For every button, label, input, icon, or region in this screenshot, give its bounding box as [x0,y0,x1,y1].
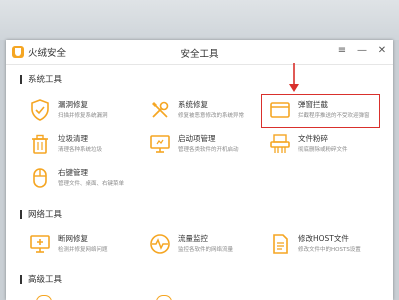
tool-network-repair[interactable]: 断网修复 检测并修复网络问题 [28,231,140,259]
close-button[interactable]: ✕ [377,45,387,57]
section-title: 网络工具 [28,210,63,220]
tool-desc: 管理各类软件的开机启动 [178,147,239,153]
network-repair-icon [30,235,50,253]
advanced-tool-icon [156,295,172,300]
tool-title: 断网修复 [58,234,88,243]
tool-desc: 修复被恶意修改的系统异常 [178,113,245,119]
tool-title: 修改HOST文件 [298,234,349,243]
tool-title: 启动项管理 [178,134,216,143]
minimize-button[interactable]: — [357,45,367,57]
section-marker [20,209,22,219]
pulse-icon [150,234,170,254]
wrench-screwdriver-icon [152,101,169,118]
window-controls: ≡ — ✕ [337,45,387,57]
tool-title: 系统修复 [178,100,208,109]
tool-system-repair[interactable]: 系统修复 修复被恶意修改的系统异常 [148,97,260,125]
tool-title: 流量监控 [178,234,208,243]
section-title: 高级工具 [28,275,63,285]
shield-check-icon [31,99,49,121]
highlight-box [261,94,380,128]
desktop-background [0,0,399,40]
shredder-icon [270,134,290,153]
tool-desc: 修改文件中的HOSTS设置 [298,247,361,253]
tool-title: 右键管理 [58,168,88,177]
tool-desc: 扫描并修复系统漏洞 [58,113,108,119]
tool-traffic-monitor[interactable]: 流量监控 监控各软件的网络流量 [148,231,260,259]
annotation-arrow-icon [289,63,299,92]
trash-icon [32,134,48,154]
advanced-tool-icon [36,295,52,300]
security-tools-window: 火绒安全 安全工具 ≡ — ✕ 系统工具 漏洞修复 扫描并修复系统漏洞 系统修复… [6,40,393,300]
tool-title: 漏洞修复 [58,100,88,109]
tool-edit-host-file[interactable]: 修改HOST文件 修改文件中的HOSTS设置 [268,231,380,259]
tool-title: 垃圾清理 [58,134,88,143]
mouse-icon [33,168,47,188]
host-file-icon [273,234,288,254]
section-network-tools: 网络工具 [20,208,62,220]
section-marker [20,74,22,84]
tool-vulnerability-fix[interactable]: 漏洞修复 扫描并修复系统漏洞 [28,97,140,125]
title-bar: 火绒安全 安全工具 ≡ — ✕ [6,40,393,65]
tools-content: 系统工具 漏洞修复 扫描并修复系统漏洞 系统修复 修复被恶意修改的系统异常 弹窗… [6,65,393,300]
tool-desc: 彻底删除或粉碎文件 [298,147,348,153]
section-system-tools: 系统工具 [20,73,62,85]
monitor-icon [150,135,170,153]
window-title: 安全工具 [180,49,219,60]
tool-startup-manager[interactable]: 启动项管理 管理各类软件的开机启动 [148,131,260,159]
tool-desc: 管理文件、桌面、右键菜单 [58,181,125,187]
tool-desc: 检测并修复网络问题 [58,247,108,253]
tool-file-shredder[interactable]: 文件粉碎 彻底删除或粉碎文件 [268,131,380,159]
tool-junk-clean[interactable]: 垃圾清理 清理各种系统垃圾 [28,131,140,159]
tool-desc: 清理各种系统垃圾 [58,147,103,153]
tool-context-menu-manager[interactable]: 右键管理 管理文件、桌面、右键菜单 [28,165,140,193]
tool-desc: 监控各软件的网络流量 [178,247,234,253]
menu-icon[interactable]: ≡ [337,45,347,57]
tool-title: 文件粉碎 [298,134,328,143]
section-advanced-tools: 高级工具 [20,273,62,285]
section-title: 系统工具 [28,75,63,85]
section-marker [20,274,22,284]
